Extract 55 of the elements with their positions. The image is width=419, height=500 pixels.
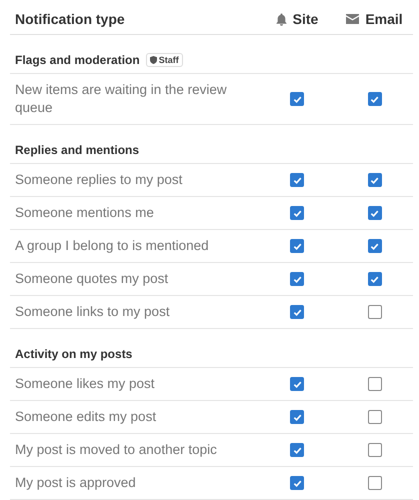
check-icon [292,446,302,454]
site-checkbox[interactable] [290,410,304,424]
check-icon [292,478,302,488]
email-checkbox[interactable] [368,377,382,391]
email-checkbox[interactable] [368,173,382,187]
site-checkbox[interactable] [290,272,304,286]
site-checkbox[interactable] [290,173,304,187]
section-title: Replies and mentions [15,143,140,157]
notification-label: Someone mentions me [14,204,155,222]
site-checkbox[interactable] [290,443,304,457]
section-title: Activity on my posts [15,347,132,361]
email-checkbox[interactable] [368,443,382,457]
check-icon [370,208,379,218]
notification-label: My post is moved to another topic [14,441,218,459]
notification-label: Someone quotes my post [14,270,170,288]
email-checkbox[interactable] [368,410,382,424]
check-icon [370,94,379,104]
check-icon [292,308,302,316]
site-checkbox[interactable] [290,92,304,106]
check-icon [370,274,379,284]
notification-label: Someone links to my post [14,303,171,321]
column-header: Site [292,11,318,27]
notification-label: A group I belong to is mentioned [14,237,210,255]
notification-label: New items are waiting in the review queue [14,81,228,117]
check-icon [292,242,302,250]
email-checkbox[interactable] [368,305,382,319]
check-icon [292,412,302,422]
site-checkbox[interactable] [290,476,304,490]
check-icon [292,208,302,218]
email-checkbox[interactable] [368,92,382,106]
check-icon [292,176,302,184]
email-checkbox[interactable] [368,239,382,253]
envelope-icon [346,14,360,24]
site-checkbox[interactable] [290,377,304,391]
notification-label: Someone edits my post [14,408,158,426]
notification-label: Someone replies to my post [14,171,184,189]
site-checkbox[interactable] [290,206,304,220]
section-title: Flags and moderation [15,53,140,67]
email-checkbox[interactable] [368,476,382,490]
column-header: Email [365,11,403,27]
shield-icon [150,56,157,64]
check-icon [292,94,302,104]
site-checkbox[interactable] [290,305,304,319]
check-icon [370,176,379,184]
email-checkbox[interactable] [368,206,382,220]
badge-label: Staff [158,55,179,65]
bell-icon [276,12,287,26]
email-checkbox[interactable] [368,272,382,286]
site-checkbox[interactable] [290,239,304,253]
notification-label: Someone likes my post [14,375,156,393]
check-icon [292,274,302,284]
column-header: Notification type [14,11,126,27]
check-icon [370,242,379,250]
check-icon [292,380,302,388]
notification-label: My post is approved [14,474,137,492]
